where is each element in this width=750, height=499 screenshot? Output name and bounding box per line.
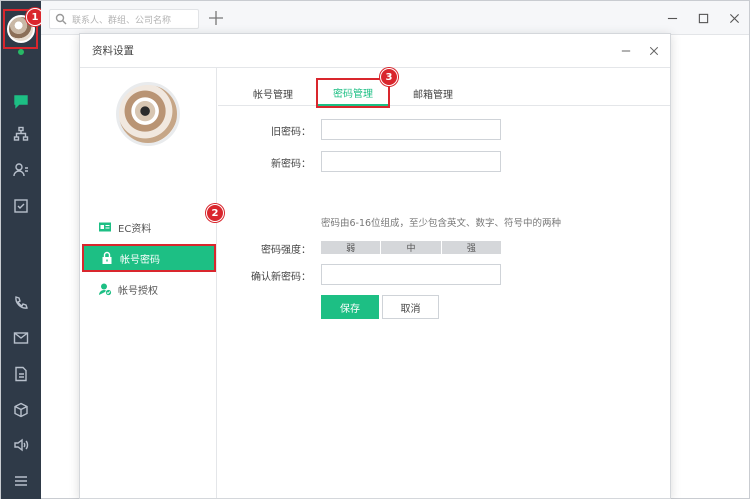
- nav-item-label: EC资料: [118, 223, 152, 235]
- new-password-input[interactable]: [321, 151, 501, 172]
- tab-password-management[interactable]: 密码管理: [316, 78, 390, 108]
- contacts-icon[interactable]: [9, 158, 33, 182]
- strength-medium: 中: [381, 241, 442, 254]
- left-sidebar: [1, 1, 41, 499]
- nav-item-label: 帐号授权: [118, 285, 158, 297]
- maximize-icon: [698, 13, 708, 23]
- dialog-minimize-button[interactable]: [618, 43, 634, 59]
- password-strength-label: 密码强度：: [261, 245, 311, 256]
- confirm-password-label: 确认新密码：: [251, 272, 311, 283]
- user-check-icon: [99, 283, 112, 296]
- mail-icon[interactable]: [9, 326, 33, 350]
- close-icon: [649, 46, 659, 56]
- password-rule-hint: 密码由6-16位组成，至少包含英文、数字、符号中的两种: [321, 218, 562, 229]
- nav-item-ec-profile[interactable]: EC资料: [82, 213, 216, 241]
- window-close-button[interactable]: [725, 9, 743, 27]
- close-icon: [729, 13, 739, 23]
- phone-icon[interactable]: [9, 291, 33, 315]
- plus-icon: [209, 11, 223, 25]
- strength-strong: 强: [441, 241, 501, 254]
- save-button[interactable]: 保存: [321, 295, 379, 319]
- tab-account-management[interactable]: 帐号管理: [238, 80, 308, 106]
- strength-weak: 弱: [321, 241, 382, 254]
- tab-email-management[interactable]: 邮箱管理: [398, 80, 468, 106]
- app-window: 1 联系人、群组、公司名称 资料设置 EC资料 帐号密码 帐号授权 2 帐号管理…: [0, 0, 750, 499]
- window-maximize-button[interactable]: [694, 9, 712, 27]
- lock-icon: [102, 251, 112, 264]
- cube-icon[interactable]: [9, 398, 33, 422]
- nav-item-account-password[interactable]: 帐号密码: [82, 244, 216, 272]
- step-marker-3: 3: [380, 68, 398, 86]
- search-box[interactable]: 联系人、群组、公司名称: [49, 9, 199, 29]
- org-chart-icon[interactable]: [9, 122, 33, 146]
- password-strength-meter: 弱 中 强: [321, 241, 501, 254]
- minimize-icon: [621, 50, 631, 52]
- minimize-icon: [667, 17, 677, 19]
- nav-item-account-authorization[interactable]: 帐号授权: [82, 275, 216, 303]
- menu-icon[interactable]: [9, 469, 33, 493]
- profile-settings-dialog: 资料设置 EC资料 帐号密码 帐号授权 2 帐号管理 密码管理 邮箱管理 3 旧…: [79, 33, 671, 499]
- search-icon: [55, 13, 67, 25]
- speaker-icon[interactable]: [9, 433, 33, 457]
- dialog-close-button[interactable]: [646, 43, 662, 59]
- window-minimize-button[interactable]: [663, 9, 681, 27]
- nav-item-label: 帐号密码: [120, 254, 160, 266]
- cancel-button[interactable]: 取消: [382, 295, 439, 319]
- dialog-sidebar: EC资料 帐号密码 帐号授权: [80, 68, 217, 498]
- old-password-label: 旧密码：: [271, 127, 311, 138]
- new-password-label: 新密码：: [271, 159, 311, 170]
- old-password-input[interactable]: [321, 119, 501, 140]
- add-button[interactable]: [207, 9, 225, 27]
- profile-avatar[interactable]: [116, 82, 180, 146]
- tasks-icon[interactable]: [9, 194, 33, 218]
- id-card-icon: [99, 222, 111, 232]
- search-placeholder: 联系人、群组、公司名称: [72, 15, 172, 26]
- dialog-title-bar: 资料设置: [80, 34, 670, 68]
- chat-icon[interactable]: [9, 89, 33, 113]
- confirm-password-input[interactable]: [321, 264, 501, 285]
- tab-bar: 帐号管理 密码管理 邮箱管理: [218, 78, 670, 108]
- document-icon[interactable]: [9, 362, 33, 386]
- top-bar: 联系人、群组、公司名称: [41, 1, 749, 35]
- dialog-content: 帐号管理 密码管理 邮箱管理 3 旧密码： 新密码： 密码由6-16位组成，至少…: [218, 68, 670, 498]
- dialog-title: 资料设置: [92, 45, 134, 57]
